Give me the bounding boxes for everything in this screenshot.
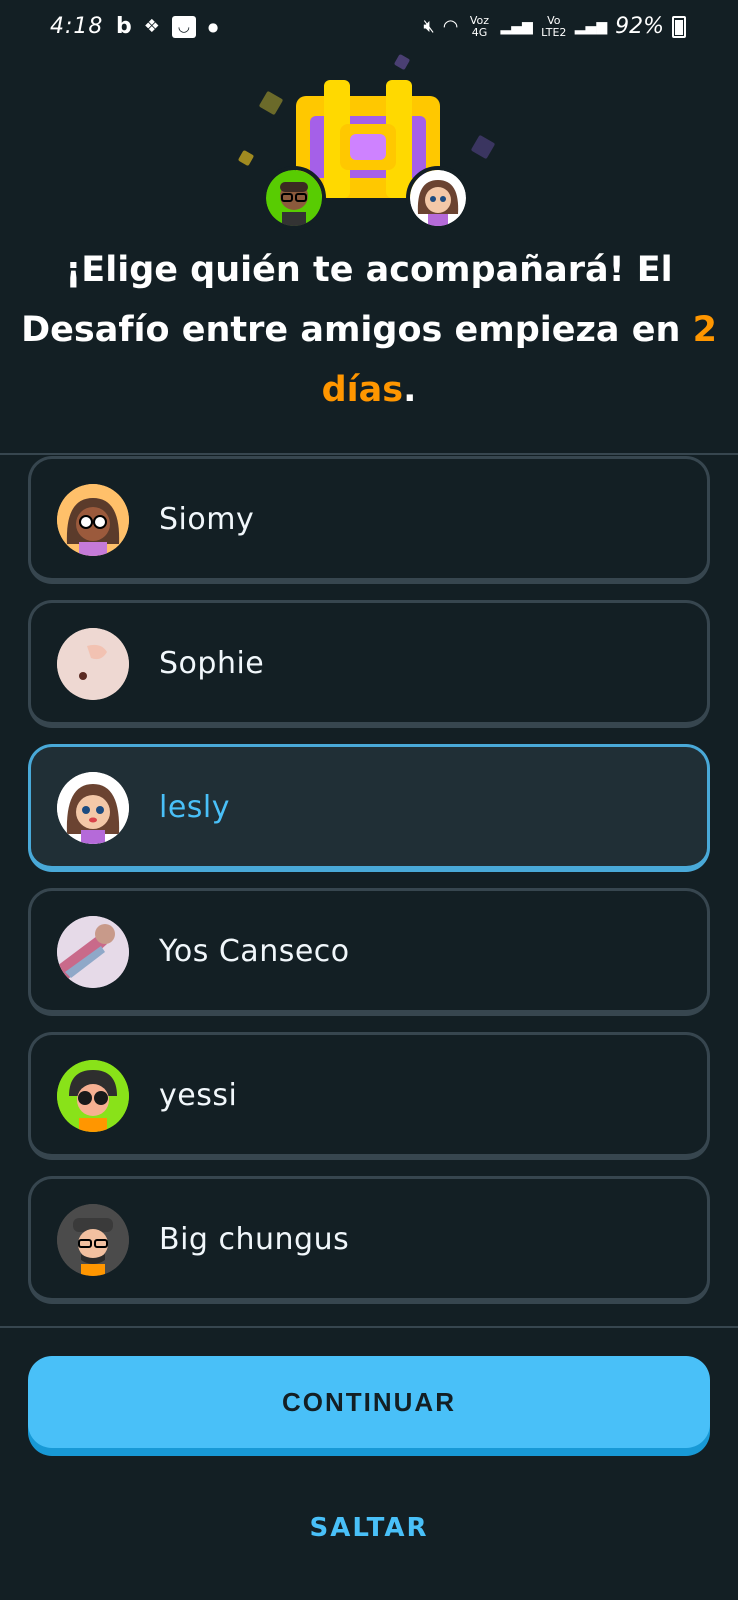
friend-row-big-chungus[interactable]: Big chungus bbox=[28, 1176, 710, 1304]
signal-icon-1: ▂▄▆ bbox=[500, 18, 533, 35]
friend-name: Big chungus bbox=[159, 1222, 350, 1257]
confetti-piece bbox=[470, 134, 496, 160]
signal-icon-2: ▂▄▆ bbox=[574, 18, 608, 35]
friend-name: lesly bbox=[159, 790, 231, 825]
avatar bbox=[57, 1060, 129, 1132]
hero-avatar-left bbox=[262, 166, 326, 230]
hero-avatar-right bbox=[406, 166, 470, 230]
friend-list[interactable]: Siomy Sophie lesly Yos Canseco yessi Big… bbox=[28, 456, 710, 1318]
friend-name: yessi bbox=[159, 1078, 238, 1113]
top-divider bbox=[0, 453, 738, 455]
page-title: ¡Elige quién te acompañará! El Desafío e… bbox=[20, 240, 718, 420]
title-suffix: . bbox=[403, 370, 417, 410]
status-time: 4:18 bbox=[50, 14, 104, 39]
battery-icon bbox=[672, 15, 686, 38]
friend-row-lesly[interactable]: lesly bbox=[28, 744, 710, 872]
skip-button[interactable]: SALTAR bbox=[0, 1500, 738, 1556]
mute-icon: 🔇︎ bbox=[423, 15, 435, 37]
avatar bbox=[57, 628, 129, 700]
notification-icons: b ❖ ◡ ● bbox=[116, 15, 218, 39]
dot-icon: ● bbox=[207, 20, 219, 34]
battery-percent: 92% bbox=[615, 14, 664, 39]
b-app-icon: b bbox=[116, 14, 132, 39]
network-label-2: Vo LTE2 bbox=[541, 13, 567, 39]
confetti-piece bbox=[258, 90, 284, 116]
continue-button[interactable]: CONTINUAR bbox=[28, 1356, 710, 1448]
friend-name: Siomy bbox=[159, 502, 255, 537]
friend-name: Yos Canseco bbox=[159, 934, 350, 969]
avatar bbox=[57, 916, 129, 988]
avatar bbox=[57, 1204, 129, 1276]
title-text: ¡Elige quién te acompañará! El Desafío e… bbox=[21, 250, 693, 350]
confetti-piece bbox=[393, 53, 411, 71]
friend-row-siomy[interactable]: Siomy bbox=[28, 456, 710, 584]
gem-icon: ❖ bbox=[143, 16, 160, 37]
status-right: 🔇︎ ◠ Voz 4G ▂▄▆ Vo LTE2 ▂▄▆ 92% bbox=[423, 14, 686, 39]
shopping-bag-icon: ◡ bbox=[171, 16, 196, 38]
confetti-piece bbox=[237, 149, 255, 167]
status-bar: 4:18 b ❖ ◡ ● 🔇︎ ◠ Voz 4G ▂▄▆ Vo LTE2 ▂▄▆… bbox=[0, 0, 738, 56]
bottom-divider bbox=[0, 1326, 738, 1328]
avatar bbox=[57, 772, 129, 844]
wifi-icon: ◠ bbox=[442, 15, 459, 37]
friend-row-yessi[interactable]: yessi bbox=[28, 1032, 710, 1160]
network-label-1: Voz 4G bbox=[469, 13, 490, 39]
friend-name: Sophie bbox=[159, 646, 265, 681]
friend-row-sophie[interactable]: Sophie bbox=[28, 600, 710, 728]
avatar bbox=[57, 484, 129, 556]
friend-row-yos-canseco[interactable]: Yos Canseco bbox=[28, 888, 710, 1016]
